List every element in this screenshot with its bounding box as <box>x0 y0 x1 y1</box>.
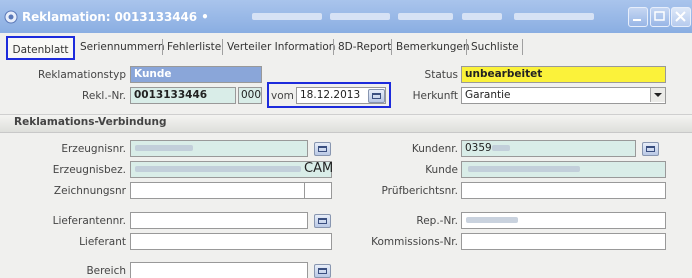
datenblatt-panel: Reklamationstyp Kunde Rekl.-Nr. 00131334… <box>0 63 692 278</box>
lookup-icon[interactable] <box>314 142 331 156</box>
rekl-nr-field[interactable]: 0013133446 <box>130 87 236 104</box>
vom-label: vom <box>271 90 294 102</box>
zeichnungsnr-field[interactable] <box>130 182 306 199</box>
reklamation-window: Reklamation: 0013133446 • Datenblatt Ser… <box>0 0 692 278</box>
tab-divider <box>222 39 223 55</box>
maximize-button[interactable] <box>650 7 670 27</box>
tab-seriennummern[interactable]: Seriennummern <box>80 38 165 56</box>
minimize-button[interactable] <box>628 7 648 27</box>
tab-fehlerliste[interactable]: Fehlerliste <box>167 38 221 56</box>
lieferantennr-field[interactable] <box>130 212 308 229</box>
reklamationstyp-label: Reklamationstyp <box>38 69 126 81</box>
lieferantennr-label: Lieferantennr. <box>52 215 126 227</box>
close-button[interactable] <box>671 7 691 27</box>
minimize-icon <box>633 19 641 21</box>
tab-8d-report[interactable]: 8D-Report <box>338 38 391 56</box>
title-number: 0013133446 <box>114 10 198 24</box>
herkunft-label: Herkunft <box>412 90 458 102</box>
rekl-nr-suffix-field[interactable]: 000 <box>238 87 262 104</box>
title-separator: • <box>201 10 209 24</box>
zeichnungsnr-index-field[interactable] <box>304 182 332 199</box>
tab-divider <box>333 39 334 55</box>
tab-bar: Datenblatt Seriennummern Fehlerliste Ver… <box>0 33 692 63</box>
erzeugnisbez-label: Erzeugnisbez. <box>52 164 126 176</box>
zeichnungsnr-label: Zeichnungsnr <box>53 185 126 197</box>
tab-verteiler-information[interactable]: Verteiler Information <box>227 38 335 56</box>
bereich-label: Bereich <box>86 265 126 277</box>
tab-datenblatt[interactable]: Datenblatt <box>6 36 75 60</box>
herkunft-select[interactable]: Garantie <box>461 87 666 104</box>
status-field: unbearbeitet <box>461 66 666 83</box>
kundennr-field[interactable]: 0359 <box>461 140 636 157</box>
tab-divider <box>391 39 392 55</box>
tab-bemerkungen[interactable]: Bemerkungen <box>396 38 470 56</box>
kundennr-label: Kundenr. <box>411 143 458 155</box>
section-title: Reklamations-Verbindung <box>14 116 167 128</box>
kundennr-redacted <box>492 145 510 151</box>
app-icon <box>4 10 18 24</box>
rep-nr-label: Rep.-Nr. <box>416 215 458 227</box>
kommissions-nr-label: Kommissions-Nr. <box>371 236 458 248</box>
lookup-icon[interactable] <box>314 264 331 278</box>
reklamationstyp-field[interactable]: Kunde <box>130 66 262 83</box>
erzeugnisbez-tail: CAM <box>304 161 334 176</box>
rekl-nr-label: Rekl.-Nr. <box>82 90 126 102</box>
status-label: Status <box>424 69 458 81</box>
kunde-redacted <box>468 166 580 172</box>
maximize-icon <box>654 11 665 21</box>
window-title: Reklamation: 0013133446 • <box>22 10 209 24</box>
lookup-icon[interactable] <box>314 214 331 228</box>
lookup-icon[interactable] <box>642 142 659 156</box>
erzeugnisbez-redacted <box>135 166 301 172</box>
close-icon <box>675 11 686 22</box>
title-redacted-text <box>252 13 594 20</box>
calendar-icon[interactable] <box>368 89 385 103</box>
section-reklamations-verbindung: Reklamations-Verbindung <box>0 114 692 133</box>
tab-divider <box>522 39 523 55</box>
pruefberichtsnr-label: Prüfberichtsnr. <box>381 185 458 197</box>
tab-suchliste[interactable]: Suchliste <box>471 38 519 56</box>
tab-divider <box>162 39 163 55</box>
kunde-label: Kunde <box>425 164 458 176</box>
pruefberichtsnr-field[interactable] <box>461 182 666 199</box>
erzeugnisnr-redacted <box>135 145 193 151</box>
tab-divider <box>466 39 467 55</box>
lieferant-field[interactable] <box>130 233 332 250</box>
lieferant-label: Lieferant <box>79 236 126 248</box>
title-prefix: Reklamation: <box>22 10 111 24</box>
erzeugnisnr-label: Erzeugnisnr. <box>61 143 126 155</box>
bereich-field[interactable] <box>130 262 308 278</box>
rep-nr-redacted <box>466 217 518 223</box>
title-bar: Reklamation: 0013133446 • <box>0 0 692 33</box>
kommissions-nr-field[interactable] <box>461 233 666 250</box>
chevron-down-icon[interactable] <box>650 88 665 102</box>
